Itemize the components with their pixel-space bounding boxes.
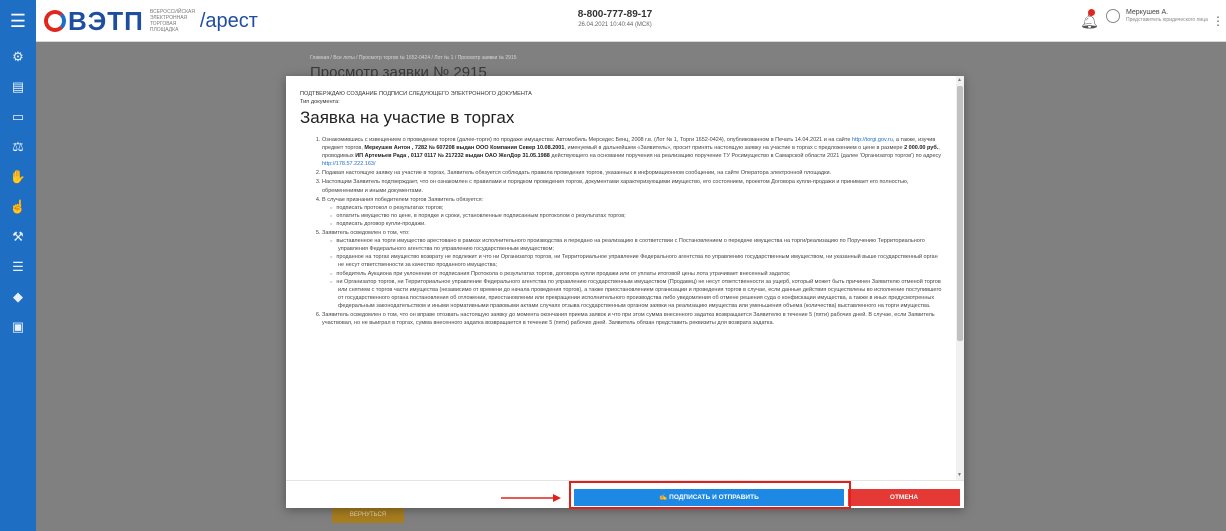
- logo-subtitle: ВСЕРОССИЙСКАЯ ЭЛЕКТРОННАЯ ТОРГОВАЯ ПЛОЩА…: [149, 9, 195, 33]
- sidebar-thumb-icon[interactable]: ☝: [0, 192, 36, 222]
- more-icon[interactable]: ⋮: [1212, 14, 1224, 28]
- sidebar-auction-icon[interactable]: ⚖: [0, 132, 36, 162]
- organizer-link[interactable]: http://178.57.222.163/: [322, 161, 376, 167]
- user-role: Представитель юридического лица: [1126, 17, 1208, 23]
- user-menu[interactable]: Меркушев А. Представитель юридического л…: [1106, 9, 1208, 23]
- list-item: победитель Аукциона при уклонении от под…: [336, 270, 942, 278]
- sidebar-hammer-icon[interactable]: ⚒: [0, 222, 36, 252]
- logo-mark-icon: [44, 10, 66, 32]
- document-body: Ознакомившись с извещением о проведении …: [300, 136, 942, 327]
- phone-number: 8-800-777-89-17: [577, 9, 653, 20]
- avatar: [1106, 9, 1120, 23]
- clause-3: Настоящим Заявитель подтверждает, что он…: [322, 178, 942, 194]
- list-item: подписать протокол о результатах торгов;: [336, 204, 942, 212]
- clause-5: Заявитель осведомлен о том, что: выставл…: [322, 229, 942, 310]
- sidebar-document-icon[interactable]: ▤: [0, 72, 36, 102]
- server-datetime: 26.04.2021 10:40:44 (МСК): [578, 22, 652, 28]
- doc-type-label: Тип документа:: [300, 99, 340, 105]
- cancel-button[interactable]: ОТМЕНА: [848, 489, 960, 506]
- sign-document-dialog: ПОДТВЕРЖДАЮ СОЗДАНИЕ ПОДПИСИ СЛЕДУЮЩЕГО …: [286, 76, 964, 508]
- clause-4: В случае признания победителем торгов За…: [322, 196, 942, 228]
- breadcrumb[interactable]: Главная / Все лоты / Просмотр торгов № 1…: [310, 55, 517, 61]
- logo-text: ВЭТП: [68, 5, 144, 36]
- clause-1: Ознакомившись с извещением о проведении …: [322, 136, 942, 168]
- user-name: Меркушев А.: [1126, 9, 1169, 16]
- list-item: оплатить имущество по цене, в порядке и …: [336, 212, 942, 220]
- sidebar-list-icon[interactable]: ☰: [0, 252, 36, 282]
- annotation-arrow-icon: [501, 494, 561, 502]
- document-title: Заявка на участие в торгах: [300, 108, 515, 127]
- list-item: выставленное на торги имущество арестова…: [336, 237, 942, 253]
- scrollbar[interactable]: ▲ ▼: [956, 76, 964, 480]
- logo[interactable]: ВЭТП ВСЕРОССИЙСКАЯ ЭЛЕКТРОННАЯ ТОРГОВАЯ …: [44, 6, 258, 36]
- torgi-link[interactable]: http://torgi.gov.ru: [852, 137, 893, 143]
- document-content[interactable]: ПОДТВЕРЖДАЮ СОЗДАНИЕ ПОДПИСИ СЛЕДУЮЩЕГО …: [286, 76, 956, 480]
- hamburger-icon[interactable]: ☰: [0, 0, 36, 42]
- sidebar-hand-icon[interactable]: ✋: [0, 162, 36, 192]
- sidebar-folder-icon[interactable]: ▭: [0, 102, 36, 132]
- sidebar: ⚙ ▤ ▭ ⚖ ✋ ☝ ⚒ ☰ ◆ ▣: [0, 42, 36, 531]
- sidebar-report-icon[interactable]: ▣: [0, 312, 36, 342]
- list-item: подписать договор купли-продажи.: [336, 220, 942, 228]
- support-info: 8-800-777-89-17 26.04.2021 10:40:44 (МСК…: [520, 9, 710, 28]
- scroll-thumb[interactable]: [957, 86, 963, 341]
- section-name: /арест: [199, 9, 258, 32]
- clause-2: Подавая настоящую заявку на участие в то…: [322, 169, 942, 177]
- back-button[interactable]: ВЕРНУТЬСЯ: [332, 507, 404, 523]
- scroll-down-icon[interactable]: ▼: [957, 472, 962, 478]
- top-bar: ☰ ВЭТП ВСЕРОССИЙСКАЯ ЭЛЕКТРОННАЯ ТОРГОВА…: [0, 0, 1226, 42]
- sidebar-gear-icon[interactable]: ⚙: [0, 42, 36, 72]
- sidebar-bag-icon[interactable]: ◆: [0, 282, 36, 312]
- clause-6: Заявитель осведомлен о том, что он вправ…: [322, 311, 942, 327]
- confirm-heading: ПОДТВЕРЖДАЮ СОЗДАНИЕ ПОДПИСИ СЛЕДУЮЩЕГО …: [300, 91, 532, 97]
- notification-badge: [1088, 9, 1095, 16]
- list-item: проданное на торгах имущество возврату н…: [336, 253, 942, 269]
- scroll-up-icon[interactable]: ▲: [957, 77, 962, 83]
- list-item: ни Организатор торгов, ни Территориально…: [336, 278, 942, 310]
- annotation-highlight-box: [569, 481, 851, 509]
